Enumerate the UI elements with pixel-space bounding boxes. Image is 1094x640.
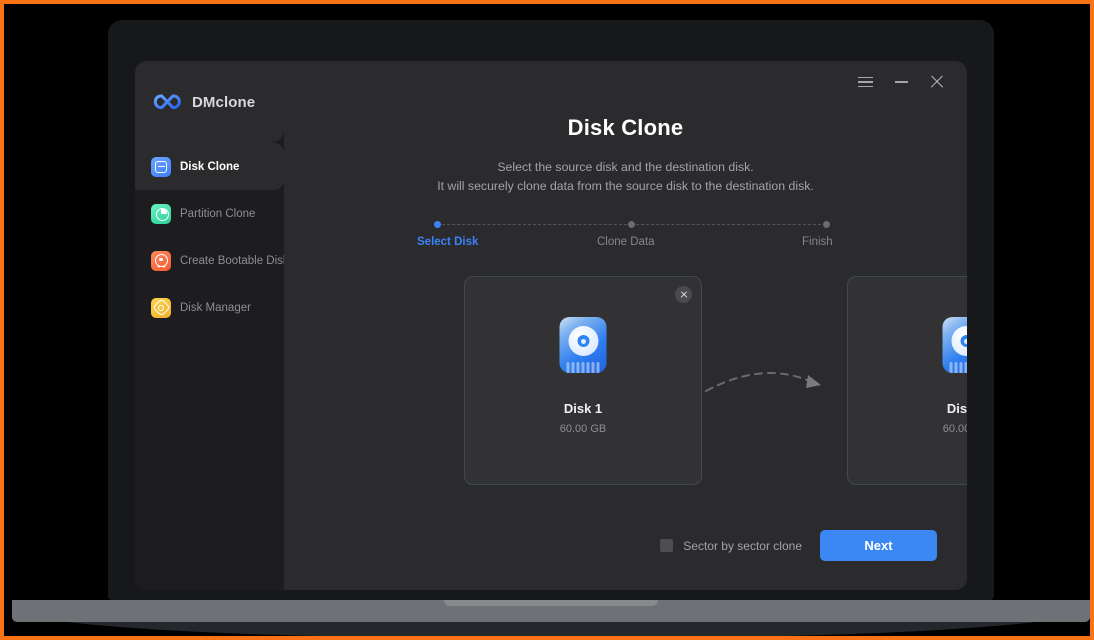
page-title: Disk Clone	[567, 115, 684, 140]
next-button[interactable]: Next	[820, 530, 937, 561]
sidebar-item-disk-manager[interactable]: Disk Manager	[135, 284, 284, 331]
subtitle-line-2: It will securely clone data from the sou…	[437, 179, 814, 193]
sidebar-item-partition-clone[interactable]: Partition Clone	[135, 190, 284, 237]
window-titlebar	[856, 61, 967, 103]
sidebar-item-label: Disk Manager	[180, 301, 251, 314]
stepper-dot-finish	[823, 221, 830, 228]
stepper-dot-clone-data	[628, 221, 635, 228]
remove-source-disk-icon[interactable]	[675, 286, 692, 303]
brand-logo[interactable]: DMclone	[135, 61, 284, 143]
disk-selection-area: Disk 1 60.00 GB Dis 60.0	[284, 276, 967, 491]
page-subtitle: Select the source disk and the destinati…	[284, 158, 967, 196]
clone-direction-arrow-icon	[702, 361, 830, 401]
disk-drive-icon	[942, 317, 967, 373]
sidebar-nav: Disk Clone Partition Clone Create Bootab…	[135, 143, 289, 331]
disk-icon	[151, 156, 171, 177]
sidebar-item-disk-clone[interactable]: Disk Clone	[135, 143, 284, 190]
sidebar: DMclone Disk Clone Partition Clone Creat…	[135, 61, 289, 590]
brand-name: DMclone	[192, 93, 256, 111]
source-disk-size: 60.00 GB	[559, 423, 607, 435]
main-content: Disk Clone Select the source disk and th…	[284, 61, 967, 590]
footer-actions: Sector by sector clone Next	[284, 530, 967, 561]
stepper-label-finish: Finish	[802, 236, 833, 248]
sidebar-item-label: Create Bootable Disk	[180, 254, 289, 267]
iso-disc-icon	[151, 250, 171, 271]
app-window: DMclone Disk Clone Partition Clone Creat…	[135, 61, 967, 590]
sidebar-item-label: Disk Clone	[180, 160, 240, 173]
partition-pie-icon	[151, 203, 171, 224]
source-disk-name: Disk 1	[563, 401, 603, 416]
stepper-dot-select-disk	[434, 221, 441, 228]
laptop-base-notch	[444, 600, 658, 606]
sidebar-item-create-bootable-disk[interactable]: Create Bootable Disk	[135, 237, 289, 284]
progress-stepper: Select Disk Clone Data Finish	[417, 218, 833, 262]
stepper-label-select-disk: Select Disk	[417, 236, 479, 248]
sidebar-item-label: Partition Clone	[180, 207, 256, 220]
sector-by-sector-clone-option[interactable]: Sector by sector clone	[660, 539, 802, 553]
source-disk-card[interactable]: Disk 1 60.00 GB	[464, 276, 702, 485]
infinity-link-icon	[153, 87, 183, 117]
stepper-connector	[442, 224, 632, 225]
sector-by-sector-checkbox[interactable]	[660, 539, 674, 552]
close-icon[interactable]	[928, 73, 946, 91]
sector-by-sector-label: Sector by sector clone	[683, 538, 802, 553]
disk-drive-icon	[559, 317, 607, 373]
destination-disk-name: Disk 1	[946, 401, 967, 416]
minimize-icon[interactable]	[892, 73, 910, 91]
disk-manager-icon	[151, 297, 171, 318]
menu-icon[interactable]	[856, 73, 874, 91]
stepper-connector	[636, 224, 826, 225]
screenshot-frame: DMclone Disk Clone Partition Clone Creat…	[0, 0, 1094, 640]
destination-disk-card[interactable]: Disk 1 60.00 GB	[847, 276, 967, 485]
stepper-label-clone-data: Clone Data	[597, 236, 655, 248]
destination-disk-size: 60.00 GB	[942, 423, 967, 435]
subtitle-line-1: Select the source disk and the destinati…	[497, 160, 754, 174]
